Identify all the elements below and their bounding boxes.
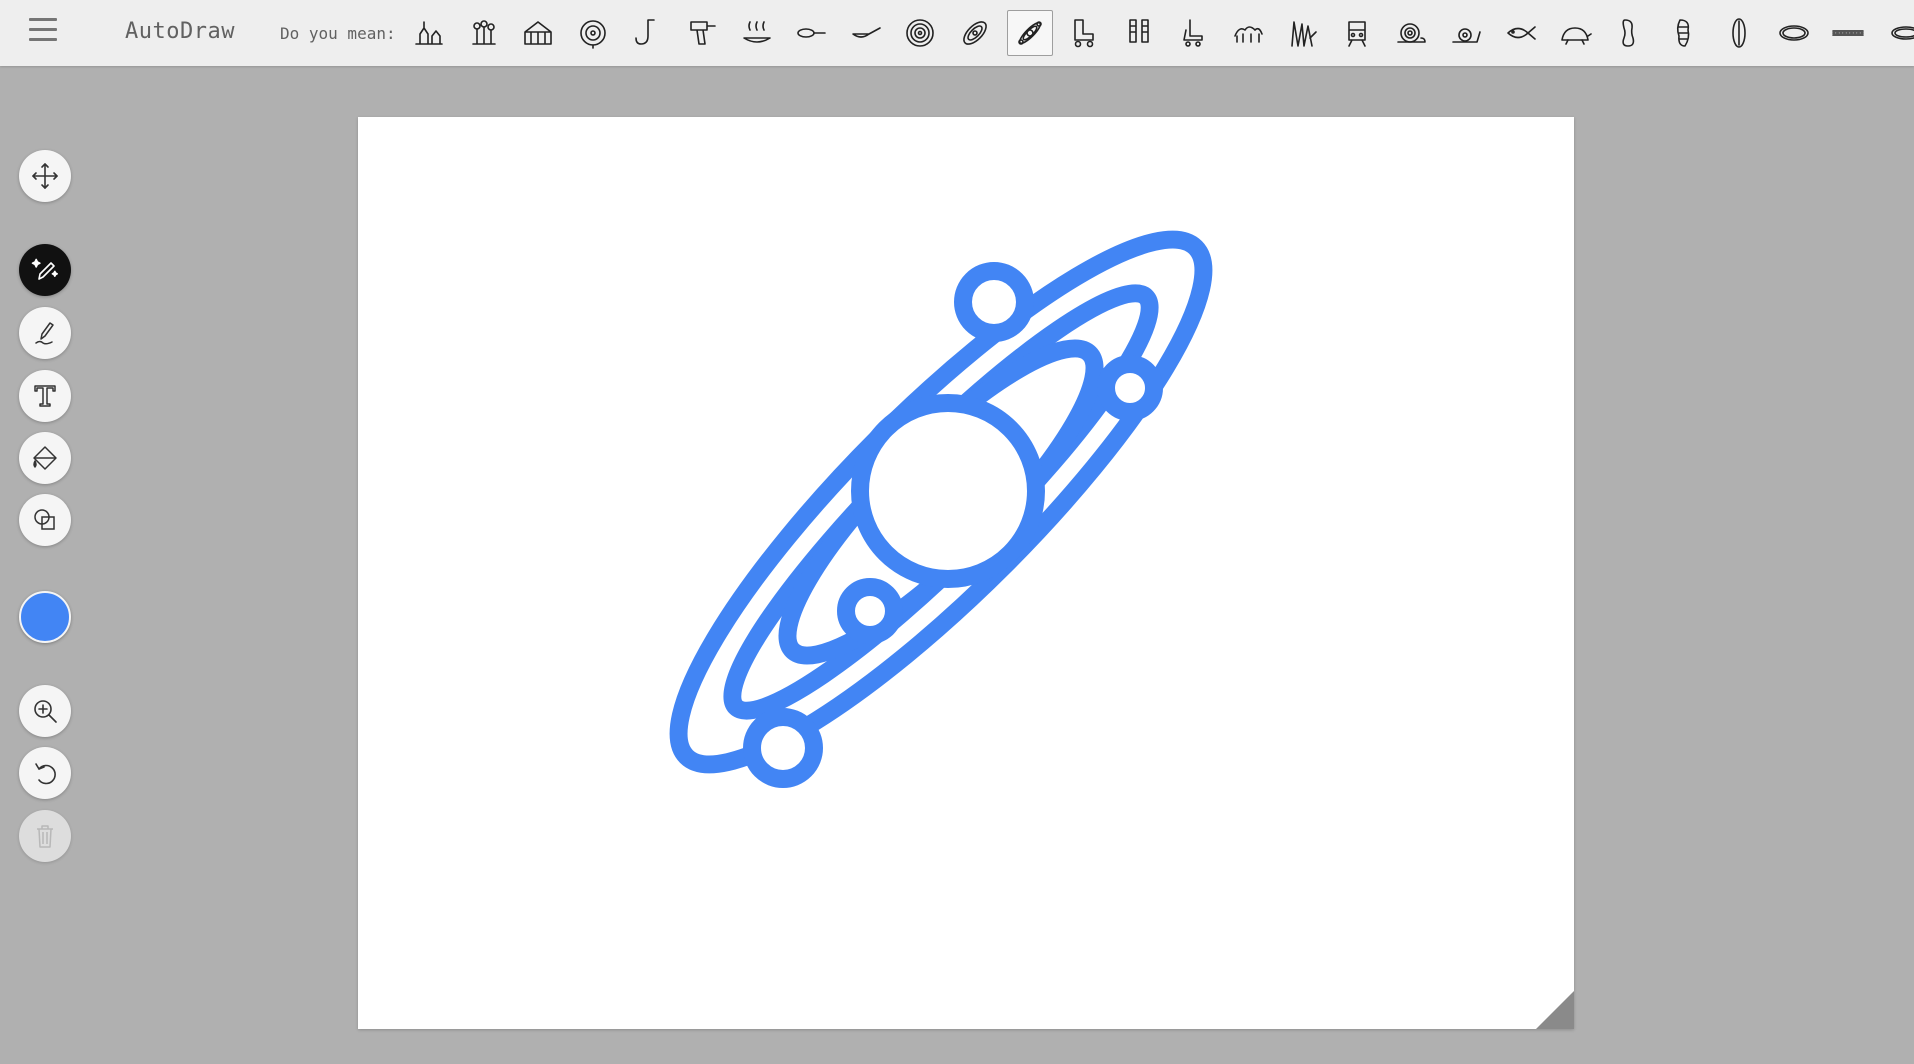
suggestion-item[interactable]	[679, 10, 725, 56]
paint-bucket-icon	[33, 446, 57, 470]
autodraw-tool-button[interactable]	[19, 244, 71, 296]
drawing-canvas[interactable]	[358, 117, 1574, 1029]
menu-icon[interactable]	[26, 18, 60, 48]
train-icon	[1348, 21, 1366, 47]
fill-tool-button[interactable]	[19, 432, 71, 484]
suggestion-item[interactable]	[1443, 10, 1489, 56]
suggestion-item[interactable]	[734, 10, 780, 56]
suggestion-item[interactable]	[1880, 10, 1914, 56]
galaxy-icon	[963, 21, 987, 45]
camp-icon	[415, 21, 443, 45]
grass-icon	[1290, 21, 1317, 47]
suggestion-item[interactable]	[843, 10, 889, 56]
pencil-icon	[35, 322, 54, 345]
canvas-resize-handle[interactable]	[1536, 991, 1574, 1029]
snail-icon	[1396, 23, 1426, 43]
text-icon	[34, 385, 56, 407]
move-icon	[32, 163, 58, 189]
solar-system-drawing[interactable]	[358, 117, 1574, 1029]
suggestion-item[interactable]	[1061, 10, 1107, 56]
suggestion-item[interactable]	[1116, 10, 1162, 56]
planet-right	[1097, 355, 1163, 421]
suggestion-item[interactable]	[897, 10, 943, 56]
suggestion-item[interactable]	[1389, 10, 1435, 56]
top-bar: AutoDraw Do you mean:	[0, 0, 1914, 66]
bean-icon	[1732, 18, 1747, 48]
suggestion-item[interactable]	[1498, 10, 1544, 56]
suggestion-item[interactable]	[1006, 10, 1053, 56]
peanut-shell-icon	[1676, 19, 1690, 47]
suggestion-item[interactable]	[515, 10, 561, 56]
shape-tool-button[interactable]	[19, 494, 71, 546]
suggestions-list	[406, 10, 1914, 56]
solar-system-icon	[1017, 21, 1042, 45]
suggestions-label: Do you mean:	[280, 24, 396, 43]
suggestion-item[interactable]	[624, 10, 670, 56]
undo-icon	[35, 763, 56, 785]
sun-circle	[851, 394, 1045, 588]
turtle-icon	[1561, 27, 1593, 45]
suggestion-item[interactable]	[1716, 10, 1762, 56]
peanut-icon	[1622, 19, 1635, 47]
undo-tool-button[interactable]	[19, 747, 71, 799]
suggestion-item[interactable]	[1552, 10, 1598, 56]
oval-ring-icon	[1891, 26, 1914, 40]
ring-icon	[1779, 25, 1809, 41]
hook-icon	[635, 19, 656, 45]
move-tool-button[interactable]	[19, 150, 71, 202]
zoom-tool-button[interactable]	[19, 685, 71, 737]
zoom-in-icon	[34, 700, 57, 723]
suggestion-item[interactable]	[570, 10, 616, 56]
roller-skate-icon	[1074, 19, 1094, 48]
target-icon	[579, 20, 606, 49]
suggestion-item[interactable]	[1825, 10, 1871, 56]
suggestion-item[interactable]	[406, 10, 452, 56]
hot-pan-icon	[742, 21, 771, 43]
suggestion-item[interactable]	[1771, 10, 1817, 56]
suggestion-item[interactable]	[788, 10, 834, 56]
suggestion-item[interactable]	[1170, 10, 1216, 56]
trash-icon	[37, 825, 53, 848]
shapes-icon	[34, 509, 55, 530]
snail-small-icon	[1452, 28, 1482, 43]
color-picker-button[interactable]	[19, 591, 71, 643]
suggestion-item[interactable]	[461, 10, 507, 56]
planet-bottom	[743, 708, 823, 788]
animals-icon	[1234, 26, 1263, 43]
suggestion-item[interactable]	[1334, 10, 1380, 56]
chain-icon	[1832, 30, 1865, 36]
fish-icon	[1507, 26, 1536, 40]
planet-inner	[837, 578, 903, 644]
planet-top	[954, 262, 1034, 342]
app-title: AutoDraw	[125, 19, 235, 44]
skate-icon	[1183, 19, 1204, 47]
suggestion-item[interactable]	[1280, 10, 1326, 56]
suggestion-item[interactable]	[1225, 10, 1271, 56]
boots-icon	[1128, 19, 1149, 43]
greenhouse-icon	[524, 21, 552, 45]
type-tool-button[interactable]	[19, 370, 71, 422]
draw-tool-button[interactable]	[19, 307, 71, 359]
delete-tool-button[interactable]	[19, 810, 71, 862]
suggestion-item[interactable]	[1607, 10, 1653, 56]
flowers-icon	[471, 20, 496, 45]
drill-icon	[690, 21, 716, 45]
suggestion-item[interactable]	[1662, 10, 1708, 56]
autodraw-icon	[31, 258, 58, 280]
vinyl-record-icon	[906, 19, 935, 47]
pan-icon	[797, 28, 826, 38]
frying-pan-icon	[851, 27, 881, 38]
suggestion-item[interactable]	[952, 10, 998, 56]
